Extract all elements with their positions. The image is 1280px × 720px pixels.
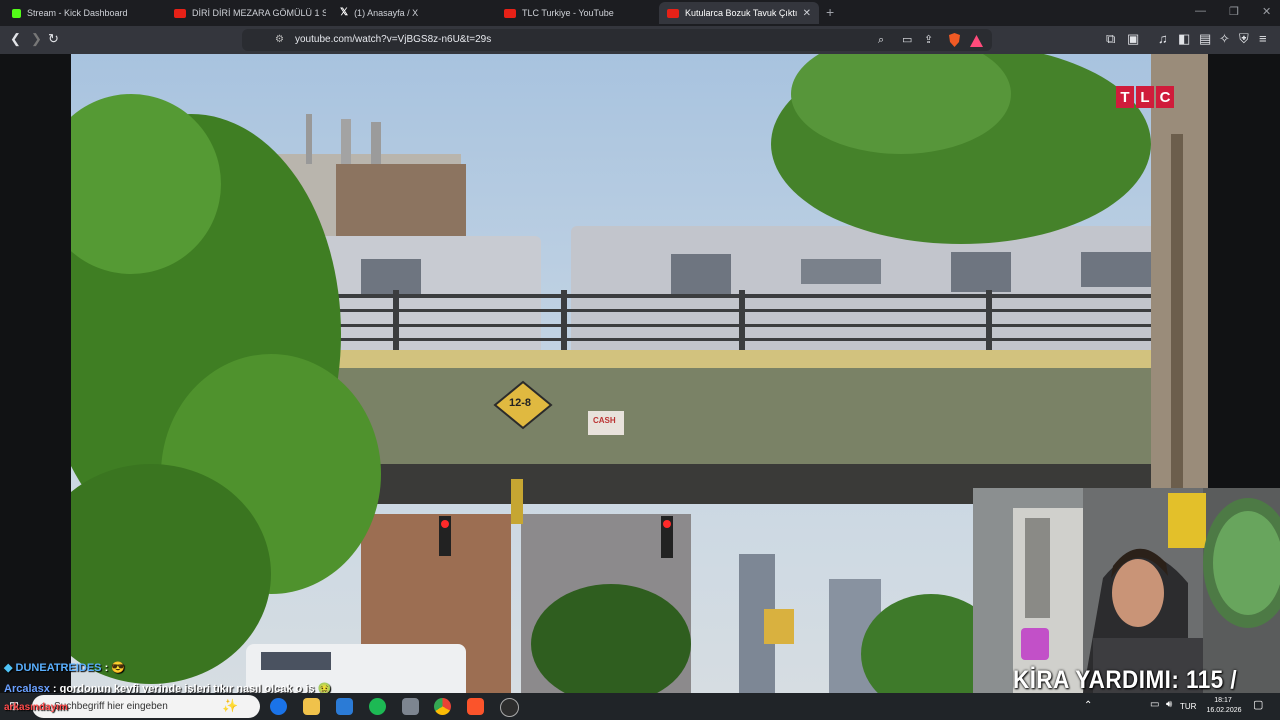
volume-icon[interactable]: 🔊︎ bbox=[1166, 699, 1172, 710]
show-hidden-icons[interactable]: ⌃ bbox=[1084, 700, 1092, 711]
webcam-scene bbox=[973, 488, 1280, 693]
tab-kutularca-active[interactable]: Kutularca Bozuk Tavuk Çıktı! ✕ bbox=[659, 2, 819, 24]
back-icon[interactable]: ❮ bbox=[10, 32, 21, 46]
tab-label: (1) Anasayfa / X bbox=[354, 8, 419, 18]
clock-date[interactable]: 16.02.2026 bbox=[1203, 706, 1245, 715]
notifications-icon[interactable]: ▢ bbox=[1253, 698, 1263, 711]
tab-kick-dashboard[interactable]: Stream - Kick Dashboard bbox=[4, 2, 164, 24]
menu-icon[interactable]: ≡ bbox=[1259, 32, 1267, 46]
search-highlight-icon: ✨ bbox=[222, 698, 239, 713]
site-settings-icon[interactable]: ⚙︎ bbox=[275, 33, 284, 47]
vpn-icon[interactable]: ⛨ bbox=[1239, 32, 1249, 46]
sign-text: 12-8 bbox=[509, 397, 532, 409]
spotify-icon[interactable] bbox=[369, 698, 386, 715]
minimize-icon[interactable]: — bbox=[1195, 5, 1206, 17]
media-icon[interactable]: ♫ bbox=[1158, 32, 1168, 46]
windows-taskbar: ⊞ ⌕ Suchbegriff hier eingeben ✨ ⌃ ▭ 🔊︎ T… bbox=[0, 693, 1280, 720]
screenshot-icon[interactable]: ▣ bbox=[1127, 32, 1139, 46]
reload-icon[interactable]: ↻ bbox=[48, 32, 59, 46]
search-placeholder: Suchbegriff hier eingeben bbox=[54, 701, 168, 712]
youtube-icon bbox=[667, 8, 679, 18]
address-bar[interactable]: ⚙︎ youtube.com/watch?v=VjBGS8z-n6U&t=29s… bbox=[242, 29, 992, 51]
clock-time[interactable]: 18:17 bbox=[1208, 696, 1238, 705]
tlc-letter-c: C bbox=[1156, 86, 1174, 108]
tab-label: TLC Turkiye - YouTube bbox=[522, 8, 614, 18]
kick-icon bbox=[12, 8, 21, 18]
youtube-icon bbox=[504, 8, 516, 18]
brave-shield-icon[interactable] bbox=[948, 33, 961, 47]
zoom-icon[interactable]: ⌕ bbox=[878, 33, 884, 47]
cast-icon[interactable]: ▭ bbox=[902, 33, 912, 47]
sidebar-icon[interactable]: ◧ bbox=[1178, 32, 1190, 46]
video-player[interactable]: 12-8 CASH T L C KİRA YARDIMI: 115 / 120 bbox=[0, 54, 1280, 693]
language-indicator[interactable]: TUR bbox=[1180, 702, 1196, 711]
tab-tlc-turkiye[interactable]: TLC Turkiye - YouTube bbox=[496, 2, 656, 24]
tlc-letter-l: L bbox=[1136, 86, 1154, 108]
new-tab-button[interactable]: + bbox=[826, 4, 834, 20]
obs-icon[interactable] bbox=[500, 698, 519, 717]
chat-username: DUNEATREIDES bbox=[15, 662, 102, 674]
url-text: youtube.com/watch?v=VjBGS8z-n6U&t=29s bbox=[295, 34, 492, 45]
chat-message: ◆ DUNEATREIDES : 😎 bbox=[4, 661, 125, 674]
extensions-icon[interactable]: ⧉ bbox=[1106, 32, 1115, 46]
tlc-logo: T L C bbox=[1116, 86, 1174, 108]
tlc-letter-t: T bbox=[1116, 86, 1134, 108]
tab-label: Stream - Kick Dashboard bbox=[27, 8, 128, 18]
brave-rewards-icon[interactable] bbox=[970, 34, 983, 48]
close-tab-icon[interactable]: ✕ bbox=[803, 8, 811, 19]
tab-label: Kutularca Bozuk Tavuk Çıktı! bbox=[685, 8, 797, 18]
rent-help-counter: KİRA YARDIMI: 115 / 120 bbox=[1013, 666, 1238, 693]
browser-tab-bar: Stream - Kick Dashboard DİRİ DİRİ MEZARA… bbox=[0, 0, 1280, 26]
edge-icon[interactable] bbox=[270, 698, 287, 715]
x-icon: 𝕏 bbox=[340, 7, 349, 18]
maximize-icon[interactable]: ❐ bbox=[1229, 5, 1239, 18]
store-icon[interactable] bbox=[336, 698, 353, 715]
calculator-icon[interactable] bbox=[402, 698, 419, 715]
youtube-icon bbox=[174, 8, 186, 18]
cash-sign-text: CASH bbox=[593, 416, 616, 425]
wallet-icon[interactable]: ▤ bbox=[1199, 32, 1211, 46]
tab-label: DİRİ DİRİ MEZARA GÖMÜLÜ 1 SAAT bbox=[192, 8, 326, 18]
tab-diri-diri[interactable]: DİRİ DİRİ MEZARA GÖMÜLÜ 1 SAAT bbox=[166, 2, 326, 24]
file-explorer-icon[interactable] bbox=[303, 698, 320, 715]
tab-x-home[interactable]: 𝕏 (1) Anasayfa / X bbox=[332, 2, 492, 24]
browser-toolbar: ❮ ❯ ↻ 🔖︎ ⚙︎ youtube.com/watch?v=VjBGS8z-… bbox=[0, 26, 1280, 54]
network-icon[interactable]: ▭ bbox=[1150, 699, 1159, 710]
streamer-webcam bbox=[973, 488, 1280, 693]
chat-badge-icon: ◆ bbox=[4, 662, 13, 674]
leo-ai-icon[interactable]: ✧ bbox=[1219, 32, 1230, 46]
share-icon[interactable]: ⇪ bbox=[924, 33, 933, 47]
forward-icon[interactable]: ❯ bbox=[31, 32, 42, 46]
chrome-icon[interactable] bbox=[434, 698, 451, 715]
close-window-icon[interactable]: ✕ bbox=[1262, 5, 1271, 18]
chat-overlay-fragment: arkasındayım bbox=[4, 702, 68, 713]
brave-icon[interactable] bbox=[467, 698, 484, 715]
chat-text: 😎 bbox=[108, 662, 126, 674]
